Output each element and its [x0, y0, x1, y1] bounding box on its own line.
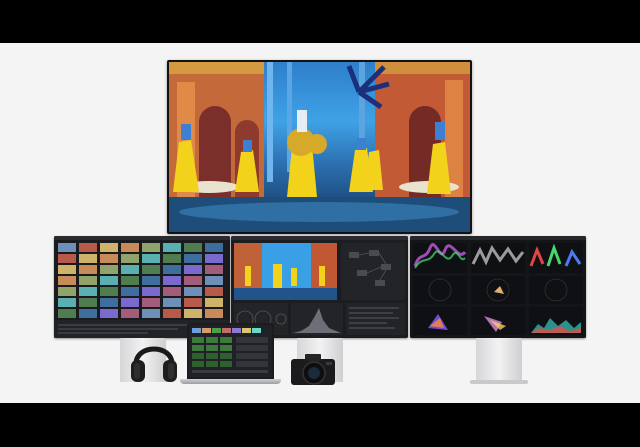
media-thumbnail: [184, 276, 202, 285]
media-thumbnail: [184, 243, 202, 252]
media-thumbnail: [121, 298, 139, 307]
laptop-screen: [189, 325, 272, 377]
letterbox-top: [0, 0, 640, 43]
media-thumbnail: [184, 287, 202, 296]
media-thumbnail: [205, 298, 223, 307]
media-thumbnail: [205, 309, 223, 318]
media-thumbnail: [121, 243, 139, 252]
media-thumbnail: [163, 309, 181, 318]
media-thumbnail: [79, 276, 97, 285]
media-thumbnail: [79, 265, 97, 274]
monitor-stand-right: [476, 338, 522, 382]
media-thumbnail: [163, 243, 181, 252]
monitor-video-scopes: [410, 236, 586, 338]
media-thumbnail: [163, 254, 181, 263]
media-thumbnail: [205, 265, 223, 274]
media-thumbnail: [163, 265, 181, 274]
media-thumbnail: [58, 276, 76, 285]
media-thumbnail: [79, 254, 97, 263]
media-thumbnail: [100, 287, 118, 296]
media-thumbnail: [121, 254, 139, 263]
media-thumbnail: [163, 298, 181, 307]
media-thumbnail: [142, 298, 160, 307]
media-thumbnail: [58, 265, 76, 274]
media-thumbnail: [205, 276, 223, 285]
laptop-base: [180, 379, 281, 384]
media-thumbnail: [121, 276, 139, 285]
media-thumbnail: [142, 287, 160, 296]
tv-display: [167, 60, 472, 234]
media-thumbnail: [79, 287, 97, 296]
media-thumbnail: [142, 309, 160, 318]
media-thumbnail: [142, 243, 160, 252]
media-thumbnail: [142, 265, 160, 274]
product-stage: [0, 43, 640, 403]
media-thumbnail: [58, 298, 76, 307]
media-thumbnail: [58, 254, 76, 263]
media-thumbnail: [121, 265, 139, 274]
media-thumbnail: [100, 254, 118, 263]
media-thumbnail: [184, 265, 202, 274]
media-thumbnail: [121, 287, 139, 296]
video-scopes-screen: [410, 236, 586, 338]
media-thumbnail: [100, 309, 118, 318]
media-thumbnail: [58, 309, 76, 318]
media-thumbnail: [100, 276, 118, 285]
media-thumbnail: [58, 243, 76, 252]
media-thumbnail: [205, 254, 223, 263]
media-thumbnail: [142, 276, 160, 285]
media-thumbnail: [142, 254, 160, 263]
media-thumbnail: [79, 309, 97, 318]
stand-foot-right: [470, 380, 528, 384]
media-thumbnail: [163, 276, 181, 285]
media-thumbnail: [163, 287, 181, 296]
media-thumbnail: [100, 243, 118, 252]
laptop-display: [187, 323, 274, 379]
media-thumbnail: [205, 287, 223, 296]
tv-screen: [169, 62, 470, 232]
media-thumbnail: [184, 254, 202, 263]
headphones-icon: [128, 334, 180, 386]
media-thumbnail: [100, 298, 118, 307]
media-thumbnail: [79, 298, 97, 307]
media-thumbnail: [121, 309, 139, 318]
media-thumbnail: [184, 309, 202, 318]
letterbox-bottom: [0, 403, 640, 447]
media-thumbnail: [100, 265, 118, 274]
media-thumbnail: [184, 298, 202, 307]
camera-icon: [289, 353, 337, 387]
media-thumbnail: [79, 243, 97, 252]
dance-scene-image: [169, 62, 470, 232]
media-thumbnail: [205, 243, 223, 252]
media-thumbnail: [58, 287, 76, 296]
